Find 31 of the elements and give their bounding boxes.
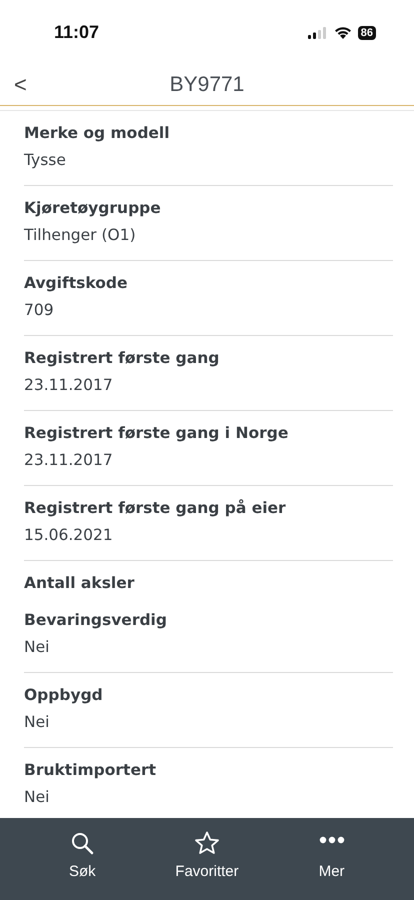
field-label: Registrert første gang på eier	[24, 498, 287, 519]
field-label: Merke og modell	[24, 123, 171, 144]
status-time: 11:07	[54, 22, 100, 43]
field-label: Registrert første gang i Norge	[24, 423, 290, 444]
field-label: Avgiftskode	[24, 273, 128, 294]
page-title: BY9771	[170, 73, 244, 97]
field-value: 23.11.2017	[24, 450, 114, 471]
field-value: Nei	[24, 637, 50, 658]
field-value: 709	[24, 300, 55, 321]
battery-icon: 86	[358, 26, 376, 40]
field-label: Bevaringsverdig	[24, 610, 168, 631]
field-value: 23.11.2017	[24, 375, 114, 396]
tab-item[interactable]: Mer	[276, 830, 387, 880]
search-icon	[70, 831, 94, 855]
field-value: Tysse	[24, 150, 67, 171]
tab-item[interactable]: Favoritter	[152, 830, 262, 880]
tab-item[interactable]: Søk	[27, 830, 138, 880]
field-value: Tilhenger (O1)	[24, 225, 137, 246]
signal-icon	[308, 26, 328, 38]
field-value: Nei	[24, 712, 50, 733]
field-label: Antall aksler	[24, 573, 136, 594]
back-button[interactable]: <	[14, 72, 27, 98]
wifi-icon	[334, 26, 352, 39]
field-label: Bruktimportert	[24, 760, 158, 781]
field-label: Kjøretøygruppe	[24, 198, 162, 219]
field-value: Nei	[24, 787, 50, 808]
more-icon	[318, 836, 345, 844]
field-label: Registrert første gang	[24, 348, 220, 369]
field-label: Oppbygd	[24, 685, 104, 706]
field-value: 15.06.2021	[24, 525, 114, 546]
star-icon	[194, 831, 220, 855]
